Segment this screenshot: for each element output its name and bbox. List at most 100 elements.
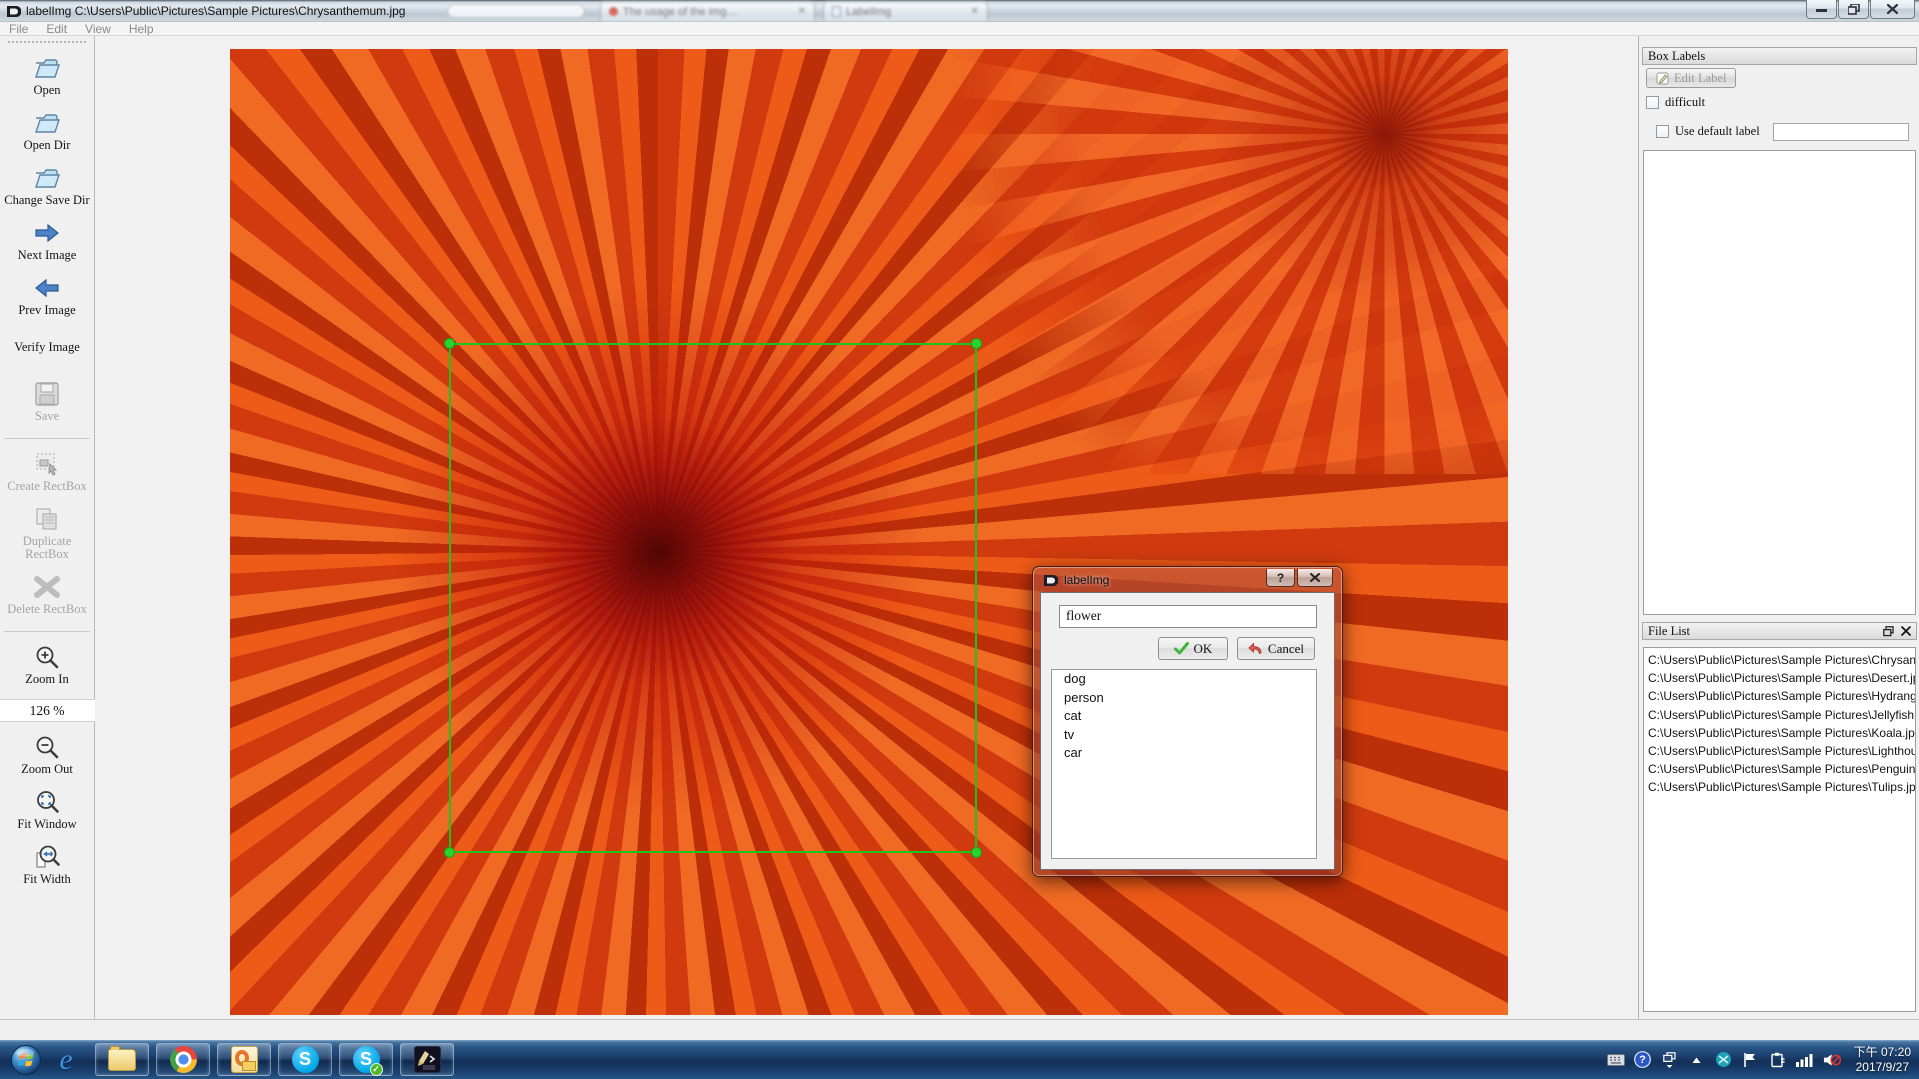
label-input[interactable]: flower: [1059, 605, 1317, 628]
fit-window-button[interactable]: Fit Window: [0, 789, 95, 831]
verify-image-button[interactable]: Verify Image: [0, 338, 95, 354]
save-button[interactable]: Save: [0, 381, 95, 423]
taskbar-skype-signedin-button[interactable]: S ✓: [339, 1043, 393, 1076]
taskbar-clock[interactable]: 下午 07:20 2017/9/27: [1854, 1045, 1911, 1075]
network-signal-tray-icon[interactable]: [1796, 1051, 1814, 1069]
use-default-label-checkbox[interactable]: [1656, 125, 1669, 138]
tab-close-icon: ✕: [971, 6, 979, 17]
labelimg-taskbar-icon: [414, 1046, 441, 1073]
edit-pencil-icon: [1656, 72, 1669, 85]
menu-bar: File Edit View Help: [0, 22, 1919, 36]
annotation-rectbox[interactable]: [449, 343, 977, 853]
title-bar: labelImg C:\Users\Public\Pictures\Sample…: [0, 0, 1919, 22]
create-rectbox-button[interactable]: Create RectBox: [0, 451, 95, 493]
box-labels-panel-header[interactable]: Box Labels: [1642, 47, 1917, 65]
fit-window-icon: [34, 789, 60, 815]
open-dir-button[interactable]: Open Dir: [0, 110, 95, 152]
windows-explorer-icon: [108, 1049, 136, 1071]
box-labels-list[interactable]: [1643, 150, 1916, 615]
file-list-item[interactable]: C:\Users\Public\Pictures\Sample Pictures…: [1644, 669, 1915, 687]
background-browser-tab: The usage of the img… ✕: [600, 1, 815, 21]
next-image-button[interactable]: Next Image: [0, 220, 95, 262]
close-icon: [1887, 4, 1898, 14]
taskbar-labelimg-button[interactable]: [400, 1043, 454, 1076]
difficult-label: difficult: [1665, 95, 1705, 110]
zoom-level-spinbox[interactable]: 126 %: [0, 699, 95, 722]
clock-time: 下午 07:20: [1854, 1045, 1911, 1060]
restore-button[interactable]: [1838, 0, 1869, 19]
close-button[interactable]: [1870, 0, 1915, 19]
file-list-item[interactable]: C:\Users\Public\Pictures\Sample Pictures…: [1644, 778, 1915, 796]
label-choices-list[interactable]: dog person cat tv car: [1051, 669, 1317, 859]
file-list-item[interactable]: C:\Users\Public\Pictures\Sample Pictures…: [1644, 724, 1915, 742]
file-list-item[interactable]: C:\Users\Public\Pictures\Sample Pictures…: [1644, 706, 1915, 724]
menu-file[interactable]: File: [0, 22, 37, 36]
zoom-out-button[interactable]: Zoom Out: [0, 734, 95, 776]
rectbox-handle-bottom-right[interactable]: [971, 847, 982, 858]
create-rectbox-icon: [34, 451, 60, 477]
help-tray-icon[interactable]: ?: [1634, 1051, 1652, 1069]
taskbar-skype-button[interactable]: S: [278, 1043, 332, 1076]
show-hidden-icons-button[interactable]: [1688, 1051, 1706, 1069]
label-choice[interactable]: person: [1052, 689, 1316, 708]
right-dock: Box Labels Edit Label difficult Use defa…: [1638, 36, 1919, 1019]
ok-button[interactable]: OK: [1158, 637, 1228, 660]
taskbar-ie-button[interactable]: e: [44, 1043, 88, 1076]
edit-label-button[interactable]: Edit Label: [1646, 68, 1736, 88]
fit-width-button[interactable]: Fit Width: [0, 844, 95, 886]
open-button[interactable]: Open: [0, 55, 95, 97]
action-center-flag-icon[interactable]: [1742, 1051, 1760, 1069]
keyboard-tray-icon[interactable]: [1607, 1051, 1625, 1069]
start-button[interactable]: [8, 1042, 44, 1078]
rectbox-handle-top-left[interactable]: [444, 338, 455, 349]
prev-image-button[interactable]: Prev Image: [0, 275, 95, 317]
file-list-panel-header[interactable]: File List: [1642, 622, 1917, 640]
label-dialog-titlebar[interactable]: labelImg ?: [1040, 567, 1335, 592]
messenger-tray-icon[interactable]: [1715, 1051, 1733, 1069]
delete-rectbox-button[interactable]: Delete RectBox: [0, 574, 95, 616]
file-list[interactable]: C:\Users\Public\Pictures\Sample Pictures…: [1643, 647, 1916, 1012]
zoom-in-button[interactable]: Zoom In: [0, 644, 95, 686]
difficult-checkbox[interactable]: [1646, 96, 1659, 109]
file-list-item[interactable]: C:\Users\Public\Pictures\Sample Pictures…: [1644, 651, 1915, 669]
rectbox-handle-bottom-left[interactable]: [444, 847, 455, 858]
toolbar-drag-handle[interactable]: [7, 40, 87, 45]
duplicate-rectbox-button[interactable]: Duplicate RectBox: [0, 506, 95, 561]
status-strip: [0, 1019, 1919, 1040]
change-save-dir-button[interactable]: Change Save Dir: [0, 165, 95, 207]
cancel-button[interactable]: Cancel: [1237, 637, 1315, 660]
menu-edit[interactable]: Edit: [37, 22, 76, 36]
menu-help[interactable]: Help: [120, 22, 163, 36]
minimize-icon: [1816, 5, 1827, 14]
rectbox-handle-top-right[interactable]: [971, 338, 982, 349]
label-choice[interactable]: tv: [1052, 726, 1316, 745]
image-canvas[interactable]: [96, 36, 1638, 1019]
label-choice[interactable]: dog: [1052, 670, 1316, 689]
taskbar-outlook-button[interactable]: [217, 1043, 271, 1076]
minimize-button[interactable]: [1806, 0, 1837, 19]
restore-windows-tray-icon[interactable]: [1661, 1051, 1679, 1069]
file-list-item[interactable]: C:\Users\Public\Pictures\Sample Pictures…: [1644, 687, 1915, 705]
taskbar-chrome-button[interactable]: [156, 1043, 210, 1076]
file-list-title: File List: [1648, 624, 1690, 639]
label-choice[interactable]: car: [1052, 744, 1316, 763]
file-list-item[interactable]: C:\Users\Public\Pictures\Sample Pictures…: [1644, 760, 1915, 778]
dialog-help-button[interactable]: ?: [1266, 569, 1295, 587]
tab-close-icon: ✕: [798, 6, 806, 17]
internet-explorer-icon: e: [59, 1046, 72, 1073]
file-list-item[interactable]: C:\Users\Public\Pictures\Sample Pictures…: [1644, 742, 1915, 760]
volume-muted-tray-icon[interactable]: [1823, 1051, 1841, 1069]
menu-view[interactable]: View: [76, 22, 120, 36]
float-panel-icon[interactable]: [1883, 626, 1894, 637]
dialog-close-button[interactable]: [1297, 569, 1333, 587]
taskbar-explorer-button[interactable]: [95, 1043, 149, 1076]
skype-online-badge: ✓: [370, 1063, 383, 1076]
close-panel-icon[interactable]: [1901, 626, 1911, 636]
box-labels-title: Box Labels: [1648, 49, 1705, 64]
fit-width-icon: [34, 844, 60, 870]
label-choice[interactable]: cat: [1052, 707, 1316, 726]
default-label-input[interactable]: [1773, 123, 1909, 141]
removable-device-tray-icon[interactable]: [1769, 1051, 1787, 1069]
window-title: labelImg C:\Users\Public\Pictures\Sample…: [26, 4, 405, 18]
open-dir-folder-icon: [34, 110, 60, 136]
